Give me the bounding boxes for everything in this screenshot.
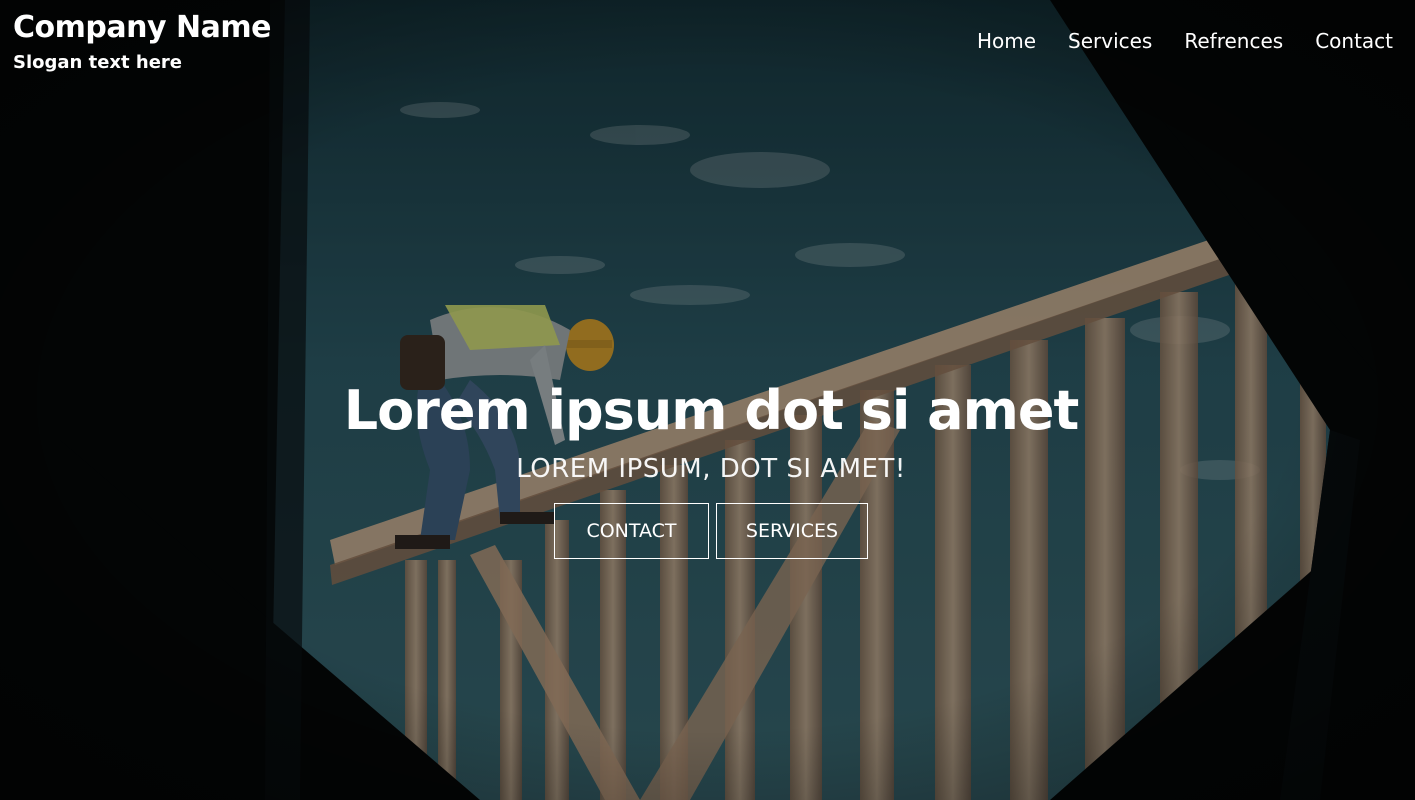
nav-item-contact[interactable]: Contact <box>1315 27 1393 55</box>
hero-headline: Lorem ipsum dot si amet <box>343 379 1080 442</box>
contact-button[interactable]: CONTACT <box>554 503 709 559</box>
main-nav: Home Services Refrences Contact <box>945 27 1393 55</box>
brand[interactable]: Company Name Slogan text here <box>13 8 271 74</box>
slogan: Slogan text here <box>13 52 183 73</box>
services-button[interactable]: SERVICES <box>716 503 868 559</box>
nav-item-services[interactable]: Services <box>1068 27 1152 55</box>
nav-item-home[interactable]: Home <box>977 27 1036 55</box>
hero-content: Lorem ipsum dot si amet LOREM IPSUM, DOT… <box>0 378 1415 486</box>
hero-subheadline: LOREM IPSUM, DOT SI AMET! <box>516 454 906 484</box>
site-header: Company Name Slogan text here Home Servi… <box>0 0 1415 90</box>
nav-item-refrences[interactable]: Refrences <box>1184 27 1283 55</box>
hero-cta-group: CONTACT SERVICES <box>554 503 868 559</box>
company-name: Company Name <box>13 10 271 45</box>
hero-section: Company Name Slogan text here Home Servi… <box>0 0 1415 800</box>
